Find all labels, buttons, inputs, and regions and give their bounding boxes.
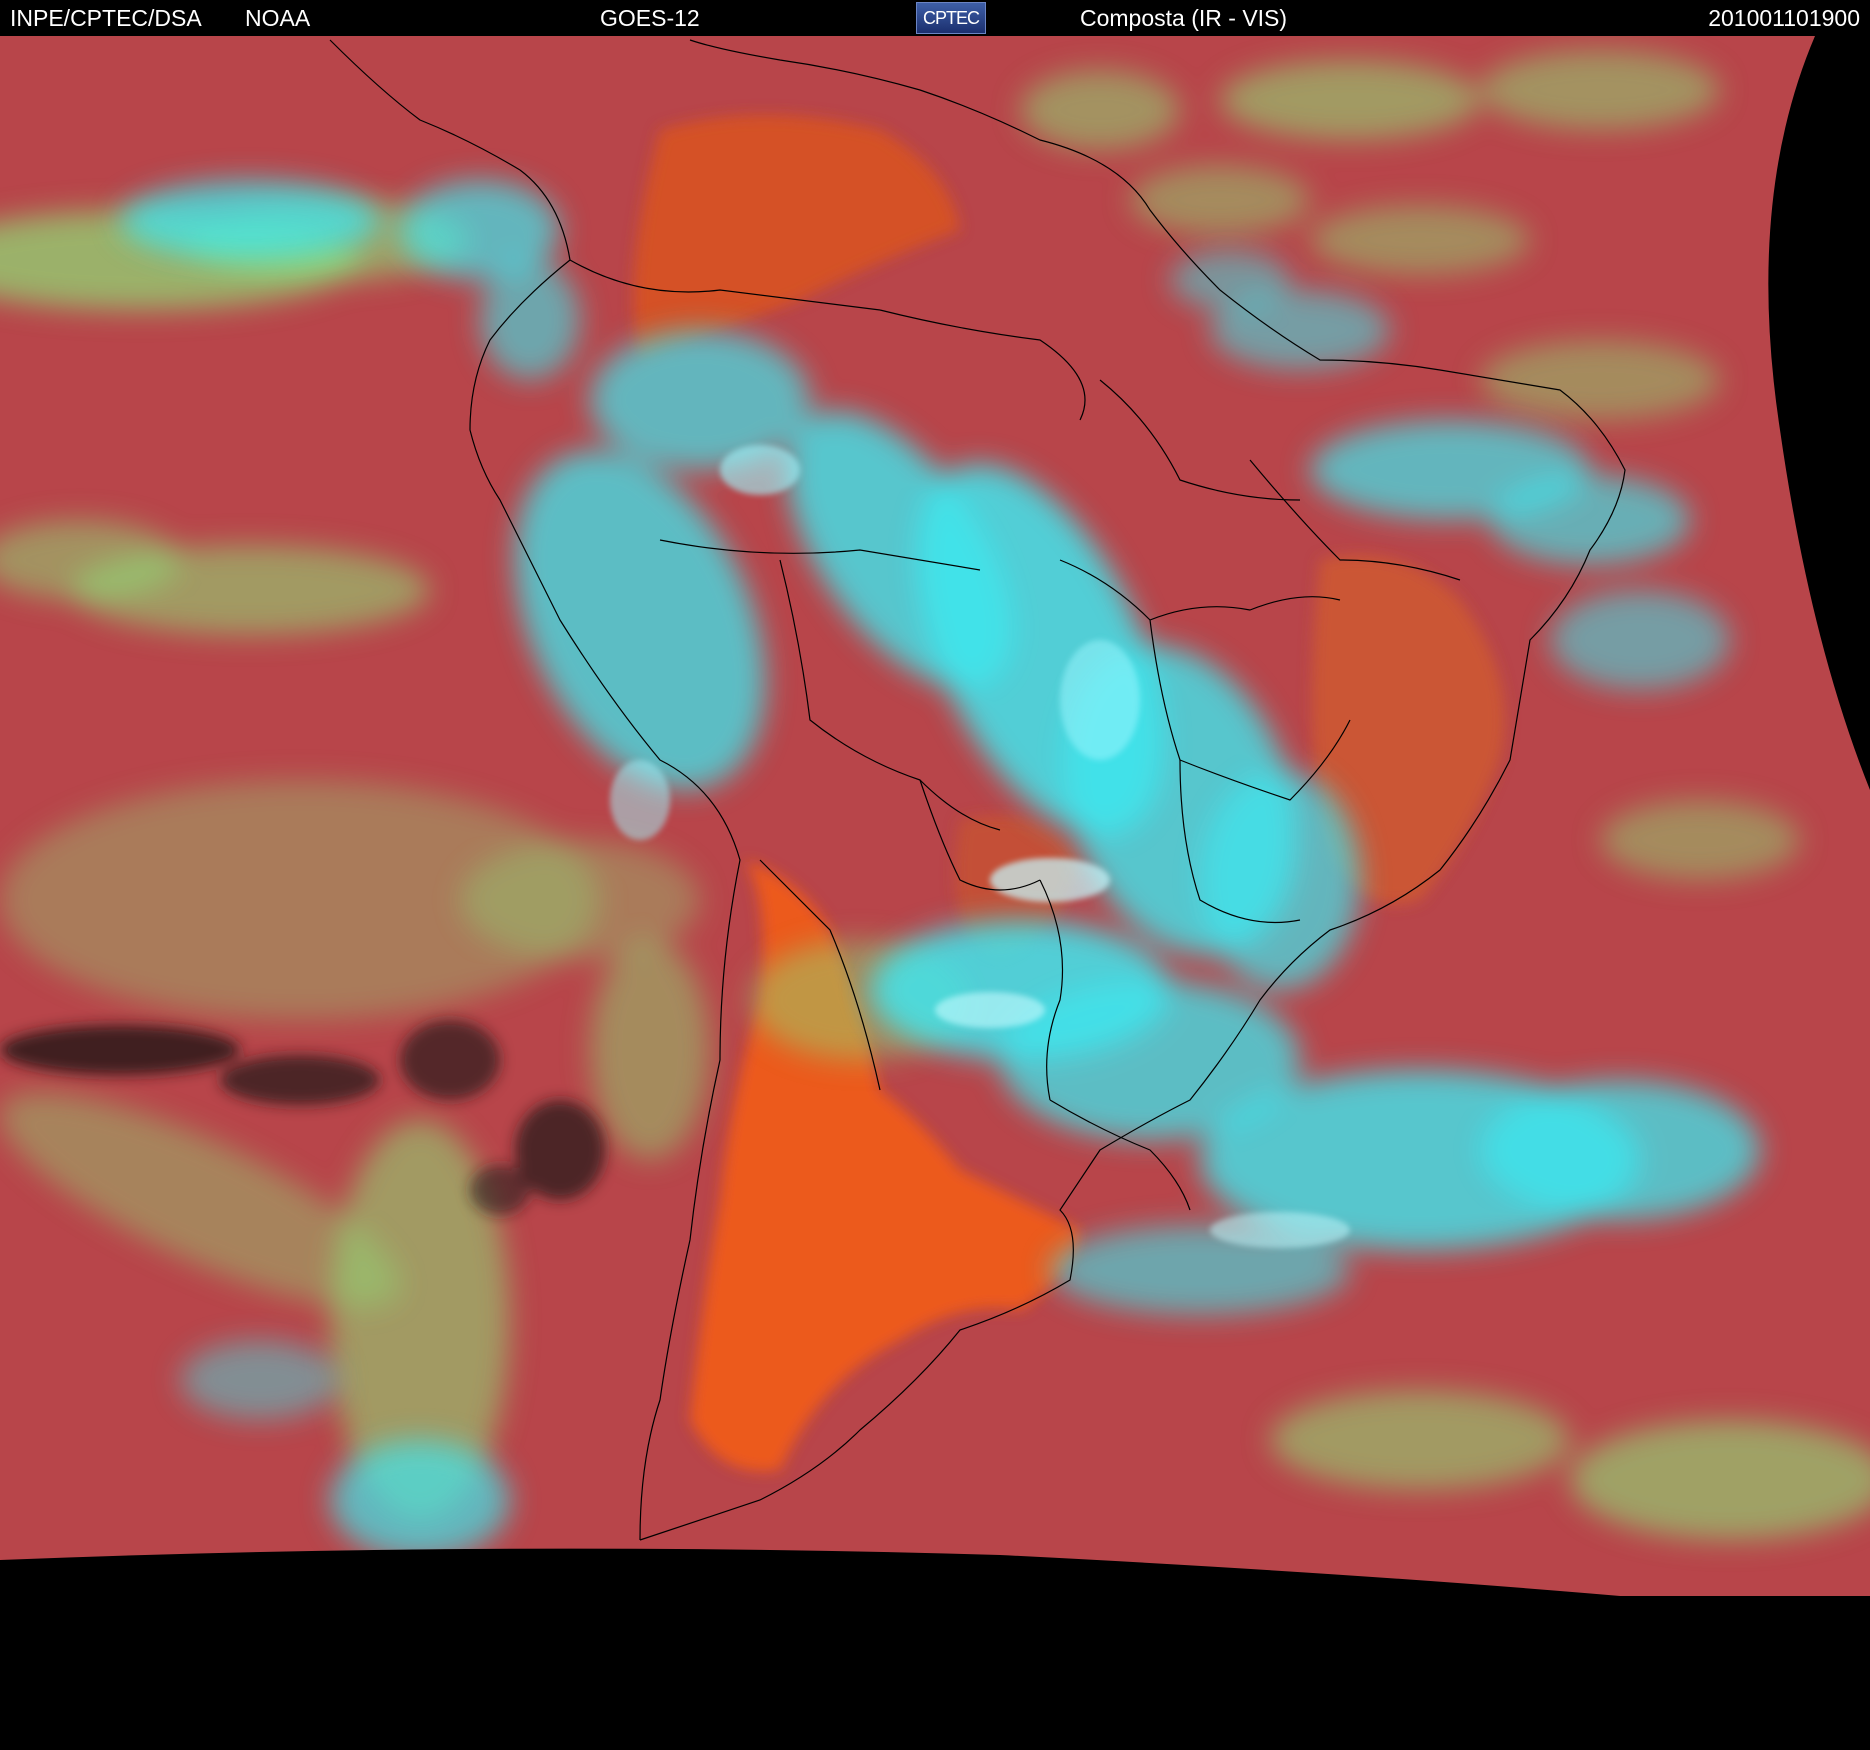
satellite-label: GOES-12 bbox=[600, 5, 700, 31]
timestamp-label: 201001101900 bbox=[1708, 5, 1860, 31]
earth-disk bbox=[0, 36, 1870, 1596]
satellite-image bbox=[0, 36, 1870, 1750]
organization-label: INPE/CPTEC/DSA bbox=[10, 5, 202, 31]
cptec-logo: CPTEC bbox=[916, 2, 986, 34]
satellite-composite bbox=[0, 36, 1870, 1750]
logo-text: CPTEC bbox=[922, 8, 980, 28]
agency-label: NOAA bbox=[245, 5, 311, 31]
product-label: Composta (IR - VIS) bbox=[1080, 5, 1288, 31]
